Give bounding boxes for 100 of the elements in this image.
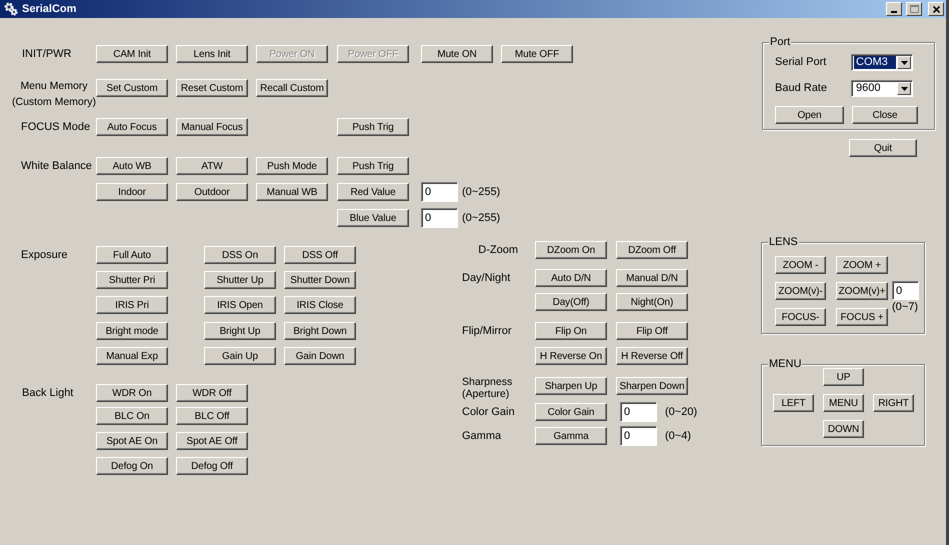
command-button[interactable]: Defog Off: [176, 457, 248, 475]
dropdown[interactable]: 9600: [851, 80, 913, 97]
command-button[interactable]: ZOOM -: [775, 256, 826, 274]
command-button[interactable]: IRIS Pri: [96, 296, 168, 314]
command-button[interactable]: Shutter Down: [284, 271, 356, 289]
command-button[interactable]: Color Gain: [535, 403, 607, 421]
section-label: Day/Night: [462, 271, 512, 286]
value-field[interactable]: 0: [421, 182, 458, 202]
command-button[interactable]: Lens Init: [176, 45, 248, 63]
command-button[interactable]: ZOOM(v)+: [836, 282, 888, 300]
command-button[interactable]: Set Custom: [96, 79, 168, 97]
command-button[interactable]: BLC On: [96, 407, 168, 425]
command-button[interactable]: Gain Down: [284, 347, 356, 365]
value-field[interactable]: 0: [421, 208, 458, 228]
command-button[interactable]: Recall Custom: [256, 79, 328, 97]
command-button[interactable]: MENU: [823, 394, 864, 412]
command-button[interactable]: Open: [775, 106, 844, 124]
range-hint: (0~7): [892, 300, 919, 314]
command-button[interactable]: FOCUS-: [775, 308, 826, 326]
command-button[interactable]: Push Trig: [337, 118, 409, 136]
command-button[interactable]: Flip On: [535, 322, 607, 340]
field-label: Baud Rate: [775, 81, 828, 96]
command-button[interactable]: Day(Off): [535, 293, 607, 311]
command-button[interactable]: RIGHT: [873, 394, 914, 412]
maximize-icon: [910, 5, 918, 13]
command-button[interactable]: Indoor: [96, 183, 168, 201]
command-button[interactable]: ZOOM(v)-: [775, 282, 826, 300]
command-button[interactable]: Flip Off: [616, 322, 688, 340]
command-button[interactable]: Auto Focus: [96, 118, 168, 136]
field-label: Serial Port: [775, 55, 828, 70]
command-button[interactable]: Close: [852, 106, 918, 124]
command-button[interactable]: Spot AE On: [96, 432, 168, 450]
command-button[interactable]: LEFT: [773, 394, 814, 412]
section-label: White Balance: [21, 159, 93, 174]
value-field[interactable]: 0: [620, 402, 657, 422]
command-button[interactable]: Bright Up: [204, 322, 276, 340]
command-button[interactable]: DZoom Off: [616, 241, 688, 259]
command-button[interactable]: IRIS Open: [204, 296, 276, 314]
command-button[interactable]: Outdoor: [176, 183, 248, 201]
dropdown[interactable]: COM3: [851, 54, 913, 71]
command-button[interactable]: Mute OFF: [501, 45, 573, 63]
command-button[interactable]: IRIS Close: [284, 296, 356, 314]
section-label: D-Zoom: [477, 243, 519, 258]
command-button[interactable]: Push Trig: [337, 157, 409, 175]
gears-icon: [4, 2, 18, 16]
section-label: Menu Memory (Custom Memory): [12, 79, 96, 110]
command-button[interactable]: ZOOM +: [836, 256, 888, 274]
value-field[interactable]: 0: [892, 281, 919, 300]
command-button[interactable]: DSS On: [204, 246, 276, 264]
section-label: Color Gain: [462, 405, 516, 420]
command-button[interactable]: Gain Up: [204, 347, 276, 365]
command-button[interactable]: Mute ON: [421, 45, 493, 63]
dropdown-arrow-icon: [900, 86, 908, 90]
command-button[interactable]: Manual Exp: [96, 347, 168, 365]
command-button[interactable]: Defog On: [96, 457, 168, 475]
command-button[interactable]: Manual D/N: [616, 269, 688, 287]
command-button[interactable]: H Reverse On: [535, 347, 607, 365]
dropdown-arrow-icon: [900, 60, 908, 64]
close-button[interactable]: [928, 2, 944, 16]
command-button[interactable]: Reset Custom: [176, 79, 248, 97]
command-button[interactable]: Quit: [849, 139, 917, 157]
command-button[interactable]: WDR Off: [176, 384, 248, 402]
command-button[interactable]: WDR On: [96, 384, 168, 402]
section-label: Gamma: [462, 429, 502, 444]
command-button[interactable]: Shutter Up: [204, 271, 276, 289]
command-button[interactable]: Spot AE Off: [176, 432, 248, 450]
minimize-button[interactable]: [886, 2, 902, 16]
command-button[interactable]: Blue Value: [337, 209, 409, 227]
command-button[interactable]: Bright mode: [96, 322, 168, 340]
command-button[interactable]: Push Mode: [256, 157, 328, 175]
command-button[interactable]: H Reverse Off: [616, 347, 688, 365]
range-hint: (0~255): [462, 210, 500, 226]
command-button[interactable]: Auto WB: [96, 157, 168, 175]
command-button[interactable]: Gamma: [535, 427, 607, 445]
command-button[interactable]: DSS Off: [284, 246, 356, 264]
value-field[interactable]: 0: [620, 426, 657, 446]
command-button[interactable]: Manual Focus: [176, 118, 248, 136]
section-label: Flip/Mirror: [462, 324, 512, 339]
command-button[interactable]: Night(On): [616, 293, 688, 311]
command-button[interactable]: BLC Off: [176, 407, 248, 425]
command-button[interactable]: CAM Init: [96, 45, 168, 63]
command-button[interactable]: Manual WB: [256, 183, 328, 201]
command-button[interactable]: Shutter Pri: [96, 271, 168, 289]
command-button[interactable]: Sharpen Down: [616, 377, 688, 395]
command-button[interactable]: Red Value: [337, 183, 409, 201]
command-button[interactable]: DZoom On: [535, 241, 607, 259]
command-button[interactable]: DOWN: [823, 420, 864, 438]
command-button[interactable]: Auto D/N: [535, 269, 607, 287]
maximize-button[interactable]: [906, 2, 922, 16]
command-button[interactable]: Bright Down: [284, 322, 356, 340]
range-hint: (0~20): [665, 404, 698, 420]
command-button[interactable]: Sharpen Up: [535, 377, 607, 395]
section-label: Exposure: [21, 248, 68, 263]
command-button[interactable]: FOCUS +: [836, 308, 888, 326]
command-button[interactable]: ATW: [176, 157, 248, 175]
section-label: Sharpness (Aperture): [462, 376, 514, 400]
section-label: Back Light: [22, 386, 74, 401]
command-button[interactable]: UP: [823, 368, 864, 386]
command-button[interactable]: Full Auto: [96, 246, 168, 264]
window-title: SerialCom: [22, 2, 76, 17]
